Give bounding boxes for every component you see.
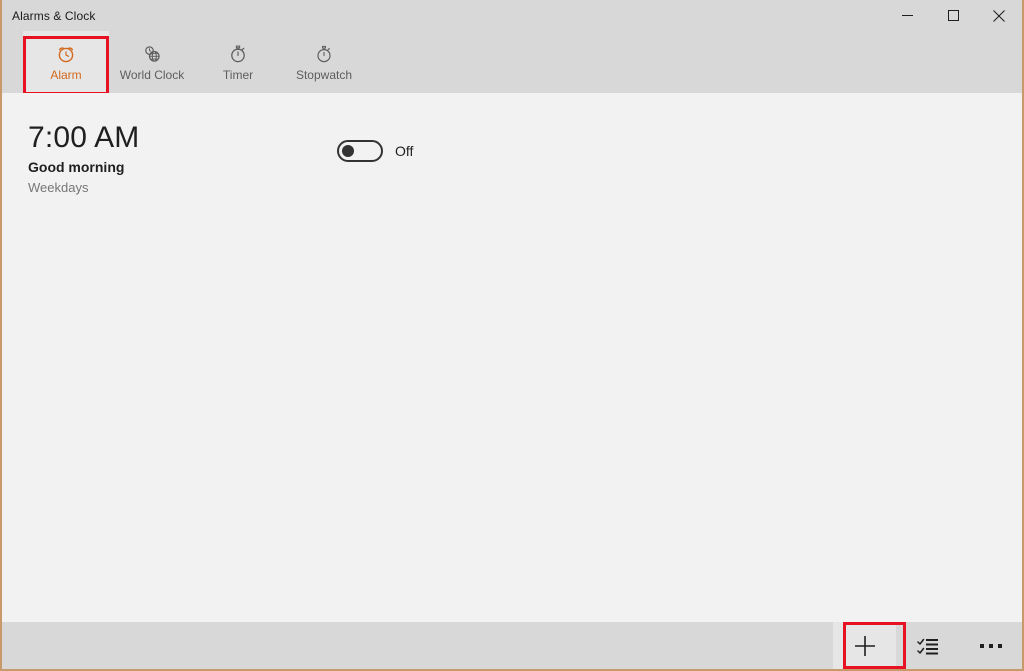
tab-timer[interactable]: Timer — [195, 31, 281, 93]
close-button[interactable] — [976, 0, 1022, 31]
alarm-clock-icon — [56, 43, 76, 65]
toggle-knob — [342, 145, 354, 157]
title-bar: Alarms & Clock — [2, 0, 1022, 31]
alarm-toggle-state-label: Off — [395, 143, 414, 159]
alarm-details: 7:00 AM Good morning Weekdays — [2, 121, 337, 197]
minimize-button[interactable] — [884, 0, 930, 31]
stopwatch-icon — [314, 43, 334, 65]
tab-stopwatch[interactable]: Stopwatch — [281, 31, 367, 93]
globe-clock-icon — [142, 43, 162, 65]
tab-world-clock[interactable]: World Clock — [109, 31, 195, 93]
tab-alarm-label: Alarm — [50, 67, 82, 82]
alarm-list-item[interactable]: 7:00 AM Good morning Weekdays Off — [2, 121, 1022, 199]
caption-button-group — [884, 0, 1022, 31]
window-title: Alarms & Clock — [12, 8, 96, 23]
alarm-repeat-days: Weekdays — [28, 180, 89, 195]
alarm-name: Good morning — [28, 159, 125, 175]
alarm-time: 7:00 AM — [28, 121, 140, 154]
tab-alarm[interactable]: Alarm — [23, 31, 109, 93]
ellipsis-icon — [979, 643, 1002, 648]
add-alarm-button[interactable] — [833, 622, 896, 669]
alarm-list-area: 7:00 AM Good morning Weekdays Off — [2, 93, 1022, 622]
app-window: Alarms & Clock Alarm World Clock Timer S… — [0, 0, 1024, 671]
timer-icon — [228, 43, 248, 65]
command-bar — [2, 622, 1022, 669]
tab-bar: Alarm World Clock Timer Stopwatch — [2, 31, 1022, 95]
tab-world-clock-label: World Clock — [119, 67, 185, 82]
more-options-button[interactable] — [959, 622, 1022, 669]
select-list-icon — [916, 638, 938, 654]
alarm-toggle-group: Off — [337, 140, 413, 162]
tab-timer-label: Timer — [222, 67, 254, 82]
edit-alarms-button[interactable] — [896, 622, 959, 669]
alarm-toggle-switch[interactable] — [337, 140, 383, 162]
maximize-button[interactable] — [930, 0, 976, 31]
tab-stopwatch-label: Stopwatch — [295, 67, 353, 82]
plus-icon — [854, 635, 875, 656]
